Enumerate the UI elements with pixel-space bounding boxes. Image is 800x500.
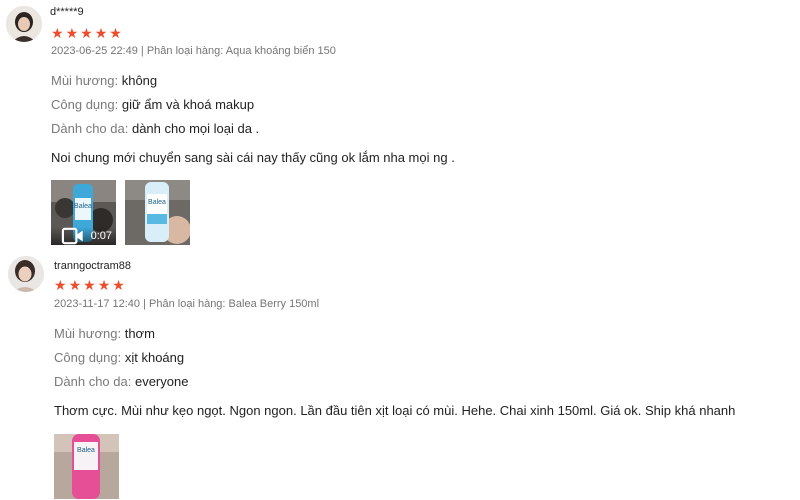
review-item: d*****9 ★ ★ ★ ★ ★ 2023-06-25 22:49 | Phâ… [0, 0, 800, 250]
review-video-thumbnail[interactable]: Balea 0:07 [51, 180, 116, 245]
attribute-value: everyone [134, 374, 189, 389]
variation-value: Balea Berry 150ml [228, 298, 320, 310]
reviewer-username[interactable]: tranngoctram88 [54, 260, 131, 272]
meta-separator: | [143, 298, 146, 310]
avatar[interactable] [6, 6, 42, 42]
attribute-key: Công dụng: [54, 350, 122, 365]
product-photo: Balea [54, 434, 119, 499]
star-icon: ★ [68, 277, 82, 293]
star-icon: ★ [51, 25, 64, 41]
attribute-row: Mùi hương: thơm [54, 326, 155, 341]
attribute-row: Công dụng: giữ ẩm và khoá makup [51, 97, 254, 112]
attribute-key: Dành cho da: [51, 121, 129, 136]
attribute-value: dành cho mọi loại da . [131, 121, 260, 136]
attribute-key: Mùi hương: [54, 326, 122, 341]
review-comment: Thơm cực. Mùi như kẹo ngọt. Ngon ngon. L… [54, 403, 736, 418]
bottle-label: Balea [148, 199, 166, 206]
avatar[interactable] [8, 256, 44, 292]
attribute-key: Mùi hương: [51, 73, 119, 88]
variation-label: Phân loại hàng: [149, 298, 226, 310]
review-image-thumbnail[interactable]: Balea [54, 434, 119, 499]
attribute-row: Dành cho da: dành cho mọi loại da . [51, 121, 259, 136]
star-rating: ★ ★ ★ ★ ★ [54, 278, 125, 292]
review-meta: 2023-11-17 12:40 | Phân loại hàng: Balea… [54, 298, 319, 310]
attribute-value: thơm [124, 326, 155, 341]
reviewer-username[interactable]: d*****9 [50, 6, 84, 18]
star-icon: ★ [83, 277, 96, 293]
video-camera-icon [61, 227, 83, 245]
review-comment: Noi chung mới chuyển sang sài cái nay th… [51, 150, 455, 165]
attribute-row: Công dụng: xịt khoáng [54, 350, 184, 365]
meta-separator: | [140, 45, 144, 57]
bottle-label: Balea [77, 447, 95, 454]
video-duration: 0:07 [90, 230, 112, 242]
star-icon: ★ [97, 277, 111, 293]
video-overlay: 0:07 [51, 227, 116, 245]
star-rating: ★ ★ ★ ★ ★ [51, 26, 122, 40]
review-meta: 2023-06-25 22:49 | Phân loại hàng: Aqua … [51, 45, 336, 57]
attribute-value: giữ ẩm và khoá makup [121, 97, 255, 112]
star-icon: ★ [112, 277, 125, 293]
review-date: 2023-11-17 12:40 [54, 298, 141, 310]
star-icon: ★ [65, 25, 79, 41]
variation-value: Aqua khoáng biển 150 [225, 45, 336, 57]
review-date: 2023-06-25 22:49 [51, 45, 138, 57]
review-item: tranngoctram88 ★ ★ ★ ★ ★ 2023-11-17 12:4… [0, 250, 800, 500]
star-icon: ★ [80, 25, 93, 41]
variation-label: Phân loại hàng: [146, 45, 224, 57]
attribute-value: không [121, 73, 158, 88]
star-icon: ★ [54, 277, 67, 293]
review-image-thumbnail[interactable]: Balea [125, 180, 190, 245]
attribute-row: Dành cho da: everyone [54, 374, 188, 389]
product-photo: Balea [125, 180, 190, 245]
attribute-key: Dành cho da: [54, 374, 132, 389]
attribute-key: Công dụng: [51, 97, 119, 112]
star-icon: ★ [109, 25, 122, 41]
star-icon: ★ [94, 25, 108, 41]
attribute-value: xịt khoáng [124, 350, 185, 365]
bottle-label: Balea [74, 203, 92, 210]
attribute-row: Mùi hương: không [51, 73, 157, 88]
